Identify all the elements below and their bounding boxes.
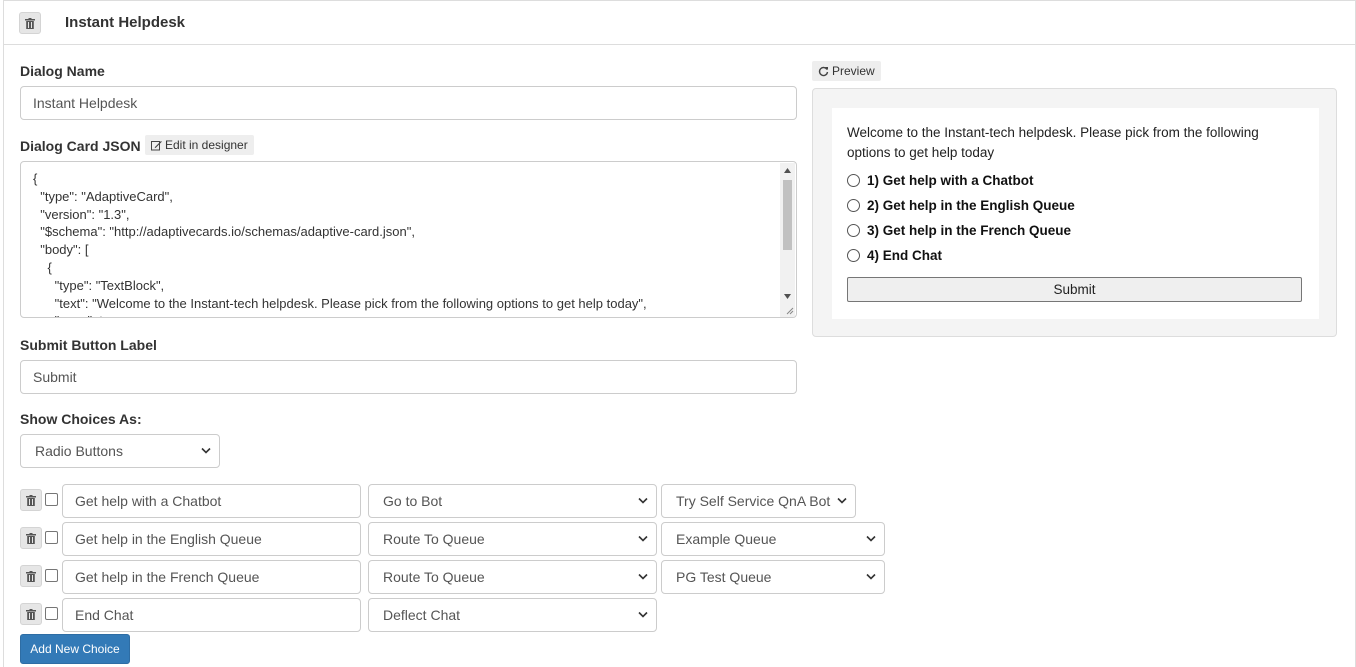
choice-action-select[interactable]: Route To Queue	[368, 560, 657, 594]
edit-in-designer-button[interactable]: Edit in designer	[145, 135, 254, 155]
delete-choice-button[interactable]	[20, 489, 42, 511]
card-intro-text: Welcome to the Instant-tech helpdesk. Pl…	[847, 125, 1259, 160]
radio-option-label: 1) Get help with a Chatbot	[867, 173, 1034, 188]
choice-text-input[interactable]: Get help in the French Queue	[62, 560, 361, 594]
scroll-up-arrow-icon[interactable]	[780, 163, 795, 178]
preview-radio-option[interactable]: 1) Get help with a Chatbot	[847, 173, 1034, 188]
header-bar: Instant Helpdesk	[4, 1, 1355, 45]
chevron-down-icon	[638, 611, 648, 618]
choice-target-select[interactable]: PG Test Queue	[661, 560, 885, 594]
delete-choice-button[interactable]	[20, 527, 42, 549]
preview-radio-option[interactable]: 4) End Chat	[847, 248, 942, 263]
delete-choice-button[interactable]	[20, 603, 42, 625]
json-scrollbar[interactable]	[780, 163, 795, 317]
card-submit-button[interactable]: Submit	[847, 277, 1302, 302]
choice-action-select[interactable]: Route To Queue	[368, 522, 657, 556]
dialog-name-input[interactable]: Instant Helpdesk	[20, 86, 797, 120]
preview-radio-option[interactable]: 2) Get help in the English Queue	[847, 198, 1075, 213]
choice-target-value: PG Test Queue	[676, 569, 772, 585]
delete-choice-button[interactable]	[20, 565, 42, 587]
preview-radio-option[interactable]: 3) Get help in the French Queue	[847, 223, 1071, 238]
delete-dialog-button[interactable]	[19, 12, 41, 34]
add-new-choice-button[interactable]: Add New Choice	[20, 634, 130, 664]
edit-icon	[151, 140, 162, 150]
choice-text-input[interactable]: End Chat	[62, 598, 361, 632]
radio-circle[interactable]	[847, 199, 860, 212]
resize-grip-icon[interactable]	[784, 305, 794, 315]
trash-icon	[25, 17, 35, 29]
submit-label-label: Submit Button Label	[20, 337, 157, 353]
preview-button-label: Preview	[832, 64, 875, 78]
choice-action-value: Go to Bot	[383, 493, 443, 509]
submit-label-input[interactable]: Submit	[20, 360, 797, 394]
card-json-content: { "type": "AdaptiveCard", "version": "1.…	[33, 171, 647, 317]
choice-target-value: Example Queue	[676, 531, 777, 547]
choice-checkbox[interactable]	[45, 607, 58, 620]
trash-icon	[26, 532, 36, 544]
choice-target-select[interactable]: Try Self Service QnA Bot	[661, 484, 856, 518]
trash-icon	[26, 608, 36, 620]
show-choices-value: Radio Buttons	[35, 443, 123, 459]
choice-text-input[interactable]: Get help with a Chatbot	[62, 484, 361, 518]
radio-option-label: 2) Get help in the English Queue	[867, 198, 1075, 213]
trash-icon	[26, 494, 36, 506]
choice-action-select[interactable]: Go to Bot	[368, 484, 657, 518]
chevron-down-icon	[638, 497, 648, 504]
page-title: Instant Helpdesk	[65, 14, 186, 31]
choice-action-value: Deflect Chat	[383, 607, 461, 623]
chevron-down-icon	[866, 573, 876, 580]
card-json-textarea[interactable]: { "type": "AdaptiveCard", "version": "1.…	[20, 161, 797, 318]
choice-checkbox[interactable]	[45, 569, 58, 582]
scroll-down-arrow-icon[interactable]	[780, 289, 795, 304]
choice-action-value: Route To Queue	[383, 531, 485, 547]
choice-checkbox[interactable]	[45, 493, 58, 506]
refresh-icon	[818, 66, 829, 76]
chevron-down-icon	[638, 535, 648, 542]
dialog-name-label: Dialog Name	[20, 63, 105, 79]
app-frame: Instant Helpdesk Dialog Name Instant Hel…	[3, 0, 1356, 667]
radio-circle[interactable]	[847, 249, 860, 262]
chevron-down-icon	[866, 535, 876, 542]
edit-in-designer-label: Edit in designer	[165, 138, 248, 152]
show-choices-select[interactable]: Radio Buttons	[20, 434, 220, 468]
choice-target-select[interactable]: Example Queue	[661, 522, 885, 556]
chevron-down-icon	[201, 447, 211, 454]
radio-option-label: 4) End Chat	[867, 248, 943, 263]
preview-panel: Welcome to the Instant-tech helpdesk. Pl…	[812, 88, 1337, 337]
choice-checkbox[interactable]	[45, 531, 58, 544]
scroll-thumb[interactable]	[783, 180, 792, 250]
radio-circle[interactable]	[847, 224, 860, 237]
chevron-down-icon	[837, 497, 847, 504]
choice-action-select[interactable]: Deflect Chat	[368, 598, 657, 632]
show-choices-label: Show Choices As:	[20, 411, 142, 427]
preview-button[interactable]: Preview	[812, 61, 881, 81]
choice-text-input[interactable]: Get help in the English Queue	[62, 522, 361, 556]
choice-action-value: Route To Queue	[383, 569, 485, 585]
card-json-label: Dialog Card JSON	[20, 138, 141, 154]
radio-circle[interactable]	[847, 174, 860, 187]
trash-icon	[26, 570, 36, 582]
choice-target-value: Try Self Service QnA Bot	[676, 493, 831, 509]
radio-option-label: 3) Get help in the French Queue	[867, 223, 1072, 238]
adaptive-card-preview: Welcome to the Instant-tech helpdesk. Pl…	[832, 108, 1319, 319]
chevron-down-icon	[638, 573, 648, 580]
